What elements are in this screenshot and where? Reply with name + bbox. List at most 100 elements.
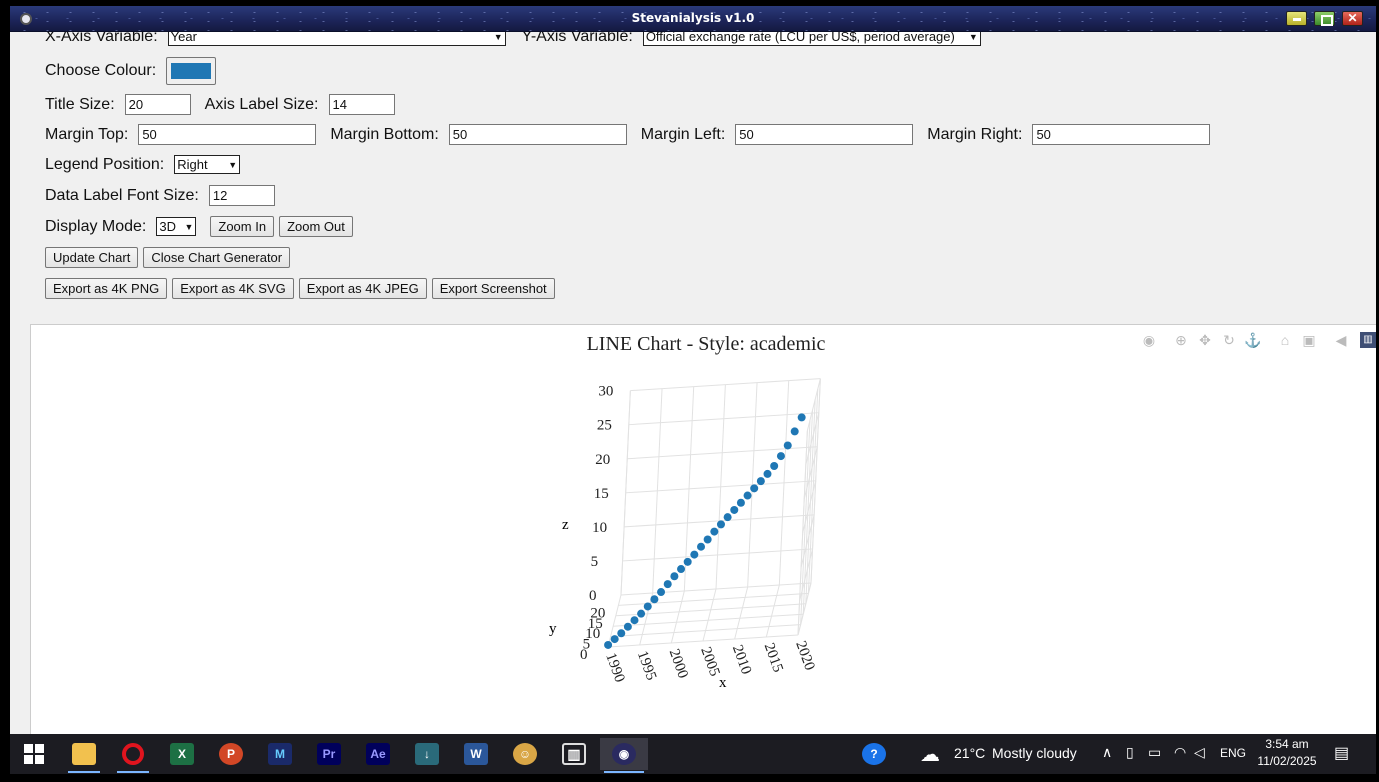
display-mode-select-value: 3D [159,219,176,234]
chart-marker[interactable] [730,505,739,514]
display-mode-select[interactable]: 3D ▼ [156,217,197,236]
x-tick-label: 2015 [761,641,786,675]
chart-marker[interactable] [650,595,659,604]
zoom-in-button[interactable]: Zoom In [210,216,275,237]
chart-marker[interactable] [604,640,613,649]
display-mode-row: Display Mode: 3D ▼ Zoom In Zoom Out [45,216,358,237]
weather-description[interactable]: Mostly cloudy [992,745,1077,761]
chart-marker[interactable] [690,550,699,559]
chart-marker[interactable] [677,565,686,574]
app-m-icon[interactable]: M [260,738,300,770]
colour-row: Choose Colour: [45,57,217,85]
close-button[interactable]: ✕ [1342,11,1363,26]
chart-marker[interactable] [743,491,752,500]
margin-left-input[interactable]: 50 [735,124,914,145]
stevanialysis-icon[interactable]: ◉ [600,738,648,773]
wifi-icon[interactable]: ◠ [1174,744,1186,761]
windows-start-icon[interactable] [14,738,54,770]
chart-marker[interactable] [663,580,672,589]
export-row: Export as 4K PNG Export as 4K SVG Export… [45,278,560,299]
export-svg-button[interactable]: Export as 4K SVG [172,278,294,299]
chart-marker[interactable] [723,513,732,522]
chart-3d-scene[interactable]: 0510152025301990 1995 2000 2005 2010 2015 2020… [31,325,1376,734]
clock-time[interactable]: 3:54 am [1256,737,1318,751]
show-hidden-icons-icon[interactable]: ∧ [1102,744,1112,761]
data-label-row: Data Label Font Size: 12 [45,185,275,206]
screen: Stevanialysis v1.0 ✕ X-Axis Variable: Ye… [0,0,1379,782]
y-axis-select-value: Official exchange rate (LCU per US$, per… [645,32,955,44]
title-size-input[interactable]: 20 [124,94,191,115]
chart-marker[interactable] [756,477,765,486]
zoom-out-button[interactable]: Zoom Out [279,216,353,237]
chart-marker[interactable] [797,413,806,422]
chart-marker[interactable] [643,602,652,611]
opera-icon[interactable] [113,738,153,773]
chevron-down-icon: ▼ [228,159,238,170]
axis-label-size-label: Axis Label Size: [204,95,319,113]
chart-marker[interactable] [670,572,679,581]
battery-icon[interactable]: ▭ [1148,744,1161,761]
colour-picker[interactable] [166,57,217,85]
z-axis-title: z [562,517,569,533]
x-tick-label: 2000 [666,647,691,681]
word-icon[interactable]: W [456,738,496,770]
library-icon[interactable]: ▥ [554,738,594,770]
export-jpeg-button[interactable]: Export as 4K JPEG [298,278,427,299]
chart-marker[interactable] [697,542,706,551]
export-screenshot-button[interactable]: Export Screenshot [431,278,555,299]
chart-marker[interactable] [657,588,666,597]
legend-position-select[interactable]: Right ▼ [174,155,241,174]
margin-top-label: Margin Top: [45,125,129,143]
maximize-button[interactable] [1314,11,1335,26]
chart-marker[interactable] [683,557,692,566]
y-axis-select[interactable]: Official exchange rate (LCU per US$, per… [642,32,981,46]
chart-actions-row: Update Chart Close Chart Generator [45,247,295,268]
margin-bottom-input[interactable]: 50 [448,124,627,145]
excel-icon[interactable]: X [162,738,202,770]
chart-marker[interactable] [716,520,725,529]
size-row: Title Size: 20 Axis Label Size: 14 [45,94,395,115]
chart-marker[interactable] [776,452,785,461]
game-icon[interactable]: ☺ [505,738,545,770]
chart-marker[interactable] [750,484,759,493]
meet-now-icon[interactable]: ▯ [1126,744,1134,761]
chart-marker[interactable] [637,609,646,618]
close-chart-generator-button[interactable]: Close Chart Generator [143,247,291,268]
chart-marker[interactable] [770,462,779,471]
chart-marker[interactable] [610,635,619,644]
x-axis-select-value: Year [170,32,197,44]
export-png-button[interactable]: Export as 4K PNG [45,278,168,299]
language-indicator[interactable]: ENG [1220,746,1246,760]
volume-icon[interactable]: ◁ [1194,744,1205,761]
chart-marker[interactable] [783,441,792,450]
chart-marker[interactable] [763,469,772,478]
chart-marker[interactable] [710,527,719,536]
margin-row: Margin Top: 50 Margin Bottom: 50 Margin … [45,124,1211,145]
chart-markers [604,413,806,649]
weather-icon[interactable]: ☁ [920,742,940,767]
chart-marker[interactable] [736,498,745,507]
clock-date[interactable]: 11/02/2025 [1256,754,1318,768]
x-axis-label: X-Axis Variable: [45,32,158,45]
margin-top-input[interactable]: 50 [138,124,317,145]
chart-marker[interactable] [630,616,639,625]
x-tick-label: 2020 [792,639,817,673]
data-label-font-input[interactable]: 12 [208,185,275,206]
chart-marker[interactable] [617,629,626,638]
after-effects-icon[interactable]: Ae [358,738,398,770]
premiere-pro-icon[interactable]: Pr [309,738,349,770]
app-arrow-icon[interactable]: ↓ [407,738,447,770]
x-axis-select[interactable]: Year ▼ [167,32,506,46]
help-icon[interactable]: ? [854,738,894,770]
minimize-button[interactable] [1286,11,1307,26]
weather-temp[interactable]: 21°C [954,745,985,761]
powerpoint-icon[interactable]: P [211,738,251,770]
axis-label-size-input[interactable]: 14 [328,94,395,115]
notifications-icon[interactable]: ▤ [1334,743,1349,763]
chart-marker[interactable] [790,427,799,436]
chart-marker[interactable] [623,622,632,631]
chart-marker[interactable] [703,535,712,544]
update-chart-button[interactable]: Update Chart [45,247,139,268]
margin-right-input[interactable]: 50 [1032,124,1211,145]
file-explorer-icon[interactable] [64,738,104,773]
